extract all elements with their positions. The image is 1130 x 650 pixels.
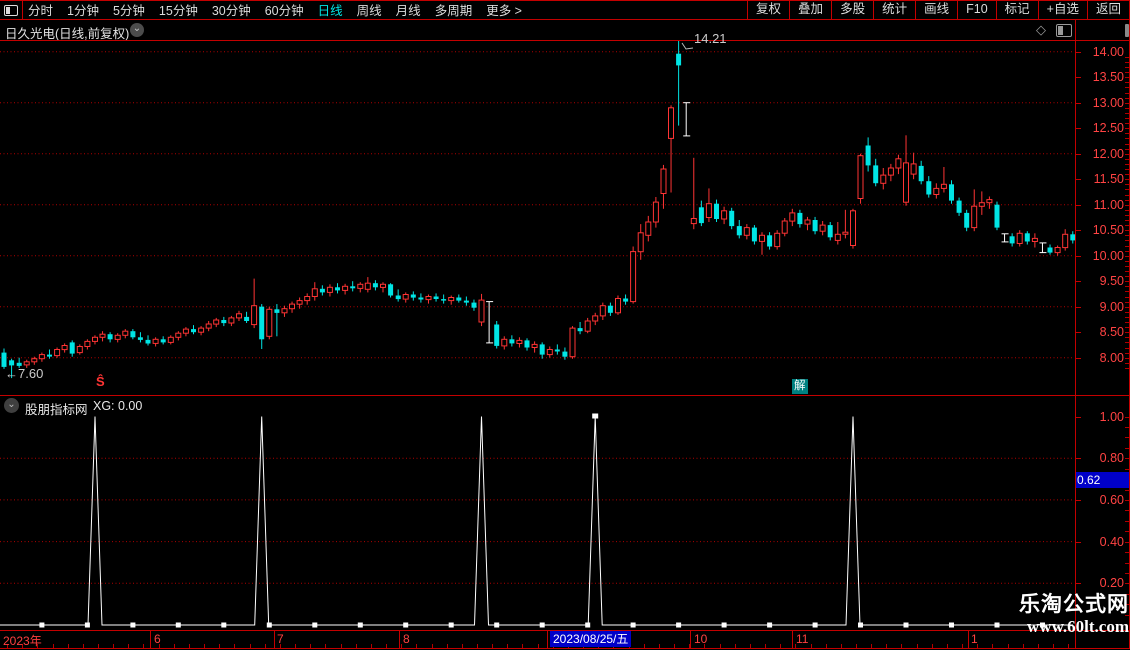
menu-item-5分钟[interactable]: 5分钟 (113, 0, 145, 19)
time-axis-label: 11 (796, 632, 809, 646)
month-tick (150, 631, 151, 648)
divider (0, 0, 1130, 1)
time-axis-label: 8 (403, 632, 410, 646)
menu-item-60分钟[interactable]: 60分钟 (265, 0, 304, 19)
divider (0, 648, 1130, 649)
time-axis-label: 2023年 (3, 634, 42, 648)
menu-item-F10[interactable]: F10 (957, 0, 996, 19)
menu-item-月线[interactable]: 月线 (396, 0, 421, 19)
menu-bar: 分时 1分钟 5分钟 15分钟 30分钟 60分钟 日线 周线 月线 多周期 更多 > 复权 叠加 多股… (0, 0, 1130, 19)
period-menu: 分时 1分钟 5分钟 15分钟 30分钟 60分钟 日线 周线 月线 多周期 更多 > (28, 0, 522, 19)
selected-date-label: 2023/08/25/五 (550, 631, 632, 647)
month-tick (690, 631, 691, 648)
title-bar: 日久光电(日线,前复权) ⌄ ◇ (0, 20, 1130, 41)
crosshair-value-box: 0.62 (1075, 472, 1130, 488)
time-axis-label: 7 (277, 632, 284, 646)
time-axis-label: 1 (971, 632, 978, 646)
menu-item-标记[interactable]: 标记 (995, 0, 1038, 19)
price-tick-label: 10.50 (1092, 223, 1124, 238)
chevron-down-icon[interactable]: ⌄ (4, 398, 19, 413)
price-tick-label: 9.00 (1099, 299, 1124, 314)
month-tick (968, 631, 969, 648)
indicator-tick-label: 0.60 (1099, 492, 1124, 507)
time-axis[interactable]: 2023年 6 7 8 10 11 1 2023/08/25/五 (0, 631, 1130, 648)
price-tick-label: 14.00 (1092, 44, 1124, 59)
menu-item-更多 >[interactable]: 更多 > (486, 0, 522, 19)
menu-item-返回[interactable]: 返回 (1086, 0, 1130, 19)
jie-event-marker: 解 (792, 379, 808, 394)
menu-item-1分钟[interactable]: 1分钟 (67, 0, 99, 19)
menu-item-日线[interactable]: 日线 (318, 0, 343, 19)
price-tick-label: 11.50 (1093, 172, 1124, 187)
month-tick (792, 631, 793, 648)
watermark-line1: 乐淘公式网 (1019, 593, 1129, 616)
month-tick (399, 631, 400, 648)
menu-item-叠加[interactable]: 叠加 (789, 0, 831, 19)
indicator-tick-label: 0.40 (1099, 534, 1124, 549)
price-tick-label: 8.00 (1099, 350, 1124, 365)
time-axis-label: 10 (694, 632, 708, 646)
menu-item-15分钟[interactable]: 15分钟 (159, 0, 198, 19)
indicator-tick-label: 0.80 (1099, 451, 1124, 466)
axis-border (1075, 20, 1076, 649)
price-tick-label: 8.50 (1099, 325, 1124, 340)
price-tick-label: 10.00 (1092, 248, 1124, 263)
menu-item-+自选[interactable]: +自选 (1037, 0, 1087, 19)
split-panel-icon[interactable] (1056, 24, 1072, 37)
month-tick (547, 631, 548, 648)
candlestick-chart[interactable] (0, 40, 1076, 395)
price-tick-label: 11.00 (1093, 197, 1124, 212)
watermark: 乐淘公式网 www.60lt.com (989, 593, 1129, 637)
indicator-tick-label: 0.20 (1099, 576, 1124, 591)
menu-item-周线[interactable]: 周线 (357, 0, 382, 19)
price-tick-label: 12.50 (1092, 121, 1124, 136)
price-axis: 14.00 13.50 13.00 12.50 12.00 11.50 11.00 10.50… (1075, 40, 1130, 395)
menu-item-统计[interactable]: 统计 (873, 0, 915, 19)
panel-toggle-icon (4, 4, 18, 16)
action-menu: 复权 叠加 多股 统计 画线 F10 标记 +自选 返回 (747, 0, 1130, 19)
price-tick-label: 12.00 (1092, 146, 1124, 161)
month-tick (274, 631, 275, 648)
indicator-name[interactable]: 股朋指标网 (25, 399, 88, 418)
menu-item-多股[interactable]: 多股 (831, 0, 873, 19)
menu-item-多周期[interactable]: 多周期 (435, 0, 473, 19)
menu-item-画线[interactable]: 画线 (915, 0, 957, 19)
chevron-down-icon[interactable]: ⌄ (130, 23, 144, 37)
time-axis-label: 6 (154, 632, 161, 646)
trading-app-window: 分时 1分钟 5分钟 15分钟 30分钟 60分钟 日线 周线 月线 多周期 更多 > 复权 叠加 多股… (0, 0, 1130, 650)
indicator-value: XG: 0.00 (93, 399, 143, 413)
price-tick-label: 13.00 (1092, 95, 1124, 110)
indicator-tick-label: 1.00 (1099, 409, 1124, 424)
signal-s-marker: Ŝ (96, 374, 105, 389)
xg-indicator-chart[interactable] (0, 396, 1075, 630)
menu-item-分时[interactable]: 分时 (28, 0, 53, 19)
price-tick-label: 13.50 (1092, 70, 1124, 85)
low-price-label: ←7.60 (5, 366, 44, 381)
menu-item-复权[interactable]: 复权 (747, 0, 789, 19)
high-price-label: 14.21 (694, 31, 727, 46)
sidebar-toggle-button[interactable] (0, 1, 23, 19)
price-tick-label: 9.50 (1099, 274, 1124, 289)
diamond-icon[interactable]: ◇ (1036, 22, 1046, 38)
menu-item-30分钟[interactable]: 30分钟 (212, 0, 251, 19)
watermark-line2: www.60lt.com (1027, 617, 1129, 636)
